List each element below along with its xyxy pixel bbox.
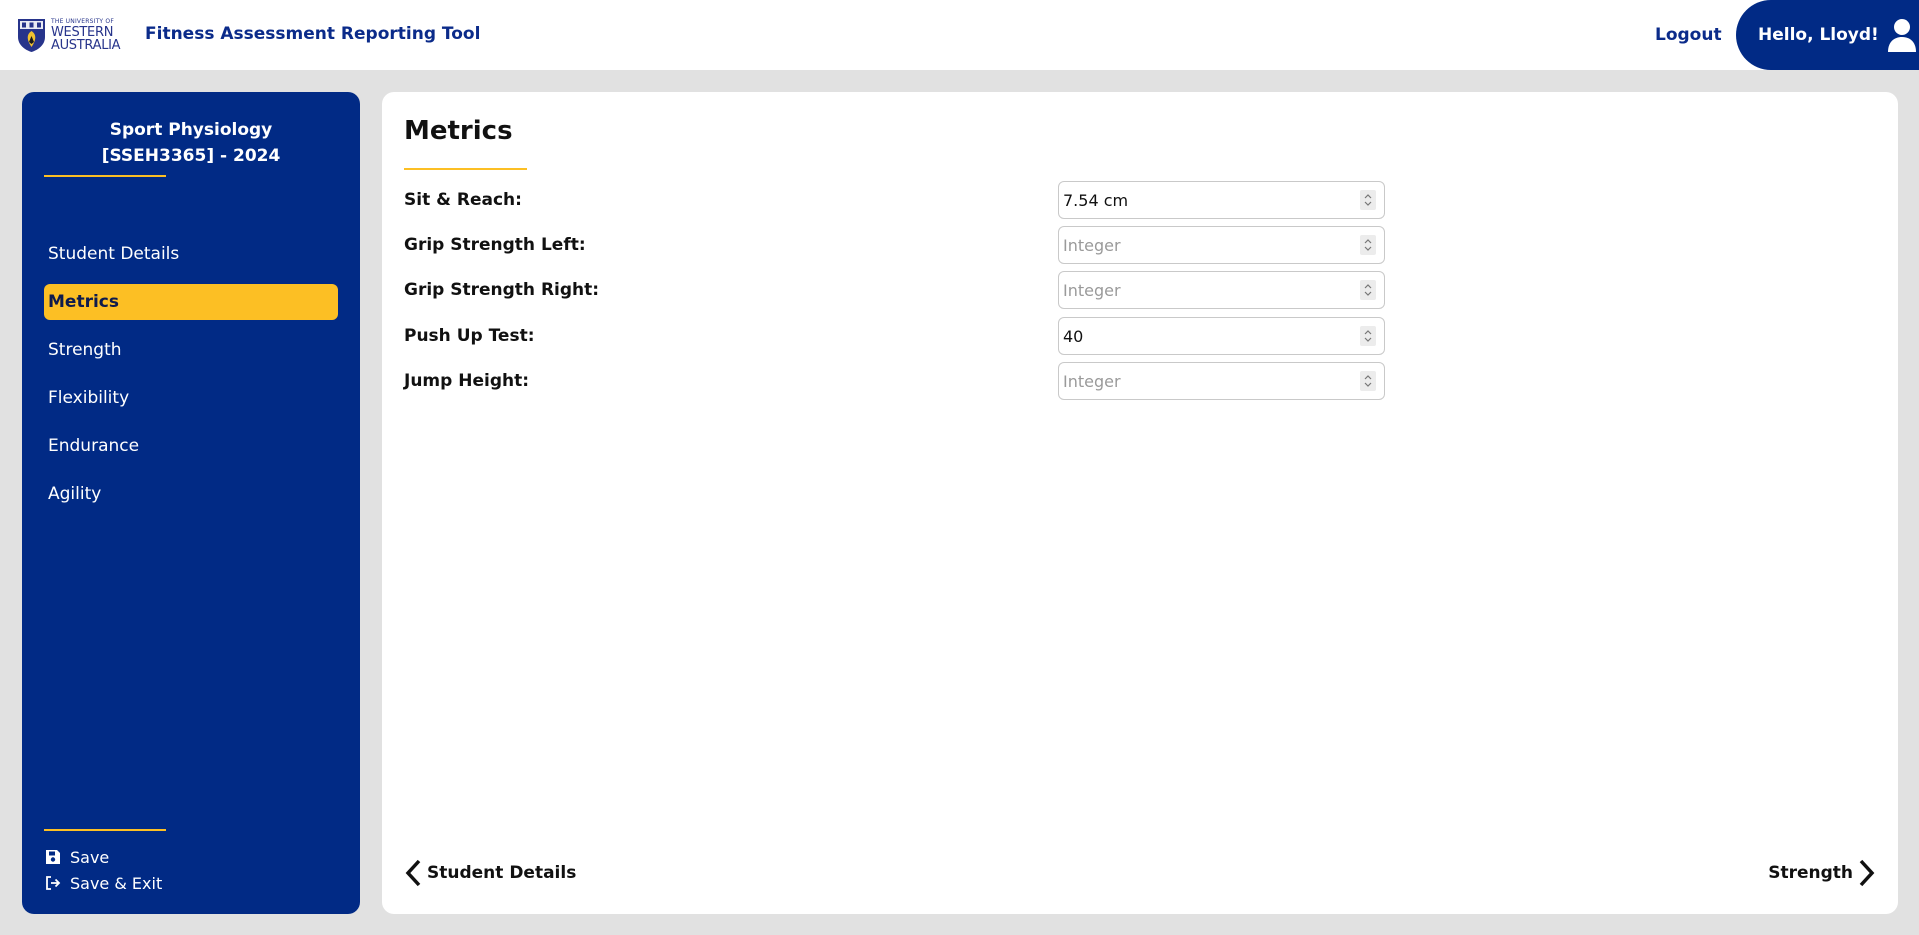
logo-line-1: THE UNIVERSITY OF bbox=[51, 17, 114, 25]
number-field bbox=[1058, 317, 1385, 355]
top-bar: THE UNIVERSITY OF WESTERN AUSTRALIA Fitn… bbox=[0, 0, 1919, 70]
course-divider bbox=[44, 175, 166, 177]
grip-strength-right-input[interactable] bbox=[1063, 273, 1343, 307]
grip-strength-left-input[interactable] bbox=[1063, 228, 1343, 262]
form-row-push-up: Push Up Test: bbox=[404, 317, 1404, 355]
logo-line-2: WESTERN bbox=[51, 24, 114, 40]
field-label: Jump Height: bbox=[404, 371, 530, 391]
chevron-right-icon bbox=[1859, 859, 1875, 887]
sign-out-icon bbox=[46, 876, 61, 890]
sidebar-actions: Save Save & Exit bbox=[44, 844, 162, 896]
logo-line-3: AUSTRALIA bbox=[51, 37, 121, 53]
logout-link[interactable]: Logout bbox=[1655, 25, 1722, 45]
up-down-arrows-icon bbox=[1364, 284, 1372, 296]
field-label: Grip Strength Right: bbox=[404, 280, 600, 300]
up-down-arrows-icon bbox=[1364, 194, 1372, 206]
field-label: Grip Strength Left: bbox=[404, 235, 586, 255]
page-title: Metrics bbox=[404, 116, 513, 146]
up-down-arrows-icon bbox=[1364, 239, 1372, 251]
save-label: Save bbox=[70, 847, 110, 867]
app-title[interactable]: Fitness Assessment Reporting Tool bbox=[145, 24, 480, 44]
field-label: Push Up Test: bbox=[404, 326, 535, 346]
university-logo[interactable]: THE UNIVERSITY OF WESTERN AUSTRALIA bbox=[16, 16, 126, 54]
main-panel: Metrics Sit & Reach: Grip Strength Left:… bbox=[382, 92, 1898, 914]
sidebar-item-endurance[interactable]: Endurance bbox=[44, 428, 338, 464]
jump-height-input[interactable] bbox=[1063, 364, 1343, 398]
sidebar-item-student-details[interactable]: Student Details bbox=[44, 236, 338, 272]
form-row-grip-left: Grip Strength Left: bbox=[404, 226, 1404, 264]
sidebar-item-flexibility[interactable]: Flexibility bbox=[44, 380, 338, 416]
spinner-control[interactable] bbox=[1360, 190, 1376, 210]
number-field bbox=[1058, 271, 1385, 309]
up-down-arrows-icon bbox=[1364, 375, 1372, 387]
next-page-label: Strength bbox=[1768, 863, 1853, 883]
spinner-control[interactable] bbox=[1360, 280, 1376, 300]
previous-page-button[interactable]: Student Details bbox=[404, 858, 576, 888]
field-label: Sit & Reach: bbox=[404, 190, 522, 210]
actions-divider bbox=[44, 829, 166, 831]
previous-page-label: Student Details bbox=[427, 863, 577, 883]
save-button[interactable]: Save bbox=[44, 844, 162, 870]
sidebar: Sport Physiology [SSEH3365] - 2024 Stude… bbox=[22, 92, 360, 914]
sidebar-item-strength[interactable]: Strength bbox=[44, 332, 338, 368]
logo-text: THE UNIVERSITY OF WESTERN AUSTRALIA bbox=[51, 17, 121, 53]
number-field bbox=[1058, 362, 1385, 400]
chevron-left-icon bbox=[405, 859, 421, 887]
sidebar-item-agility[interactable]: Agility bbox=[44, 476, 338, 512]
form-row-grip-right: Grip Strength Right: bbox=[404, 271, 1404, 309]
user-greeting: Hello, Lloyd! bbox=[1758, 25, 1879, 45]
spinner-control[interactable] bbox=[1360, 371, 1376, 391]
form-row-sit-reach: Sit & Reach: bbox=[404, 181, 1404, 219]
floppy-disk-icon bbox=[46, 850, 60, 864]
university-crest-icon bbox=[18, 19, 45, 52]
sidebar-item-metrics[interactable]: Metrics bbox=[44, 284, 338, 320]
form-row-jump-height: Jump Height: bbox=[404, 362, 1404, 400]
sit-reach-input[interactable] bbox=[1063, 183, 1343, 217]
spinner-control[interactable] bbox=[1360, 326, 1376, 346]
number-field bbox=[1058, 226, 1385, 264]
next-page-button[interactable]: Strength bbox=[1768, 858, 1876, 888]
spinner-control[interactable] bbox=[1360, 235, 1376, 255]
user-icon bbox=[1887, 19, 1916, 52]
save-and-exit-label: Save & Exit bbox=[70, 873, 163, 893]
push-up-test-input[interactable] bbox=[1063, 319, 1343, 353]
title-underline bbox=[404, 168, 527, 170]
sidebar-nav: Student Details Metrics Strength Flexibi… bbox=[44, 236, 338, 524]
course-title: Sport Physiology [SSEH3365] - 2024 bbox=[101, 120, 281, 166]
number-field bbox=[1058, 181, 1385, 219]
up-down-arrows-icon bbox=[1364, 330, 1372, 342]
save-and-exit-button[interactable]: Save & Exit bbox=[44, 870, 162, 896]
user-menu-button[interactable]: Hello, Lloyd! bbox=[1736, 0, 1919, 70]
